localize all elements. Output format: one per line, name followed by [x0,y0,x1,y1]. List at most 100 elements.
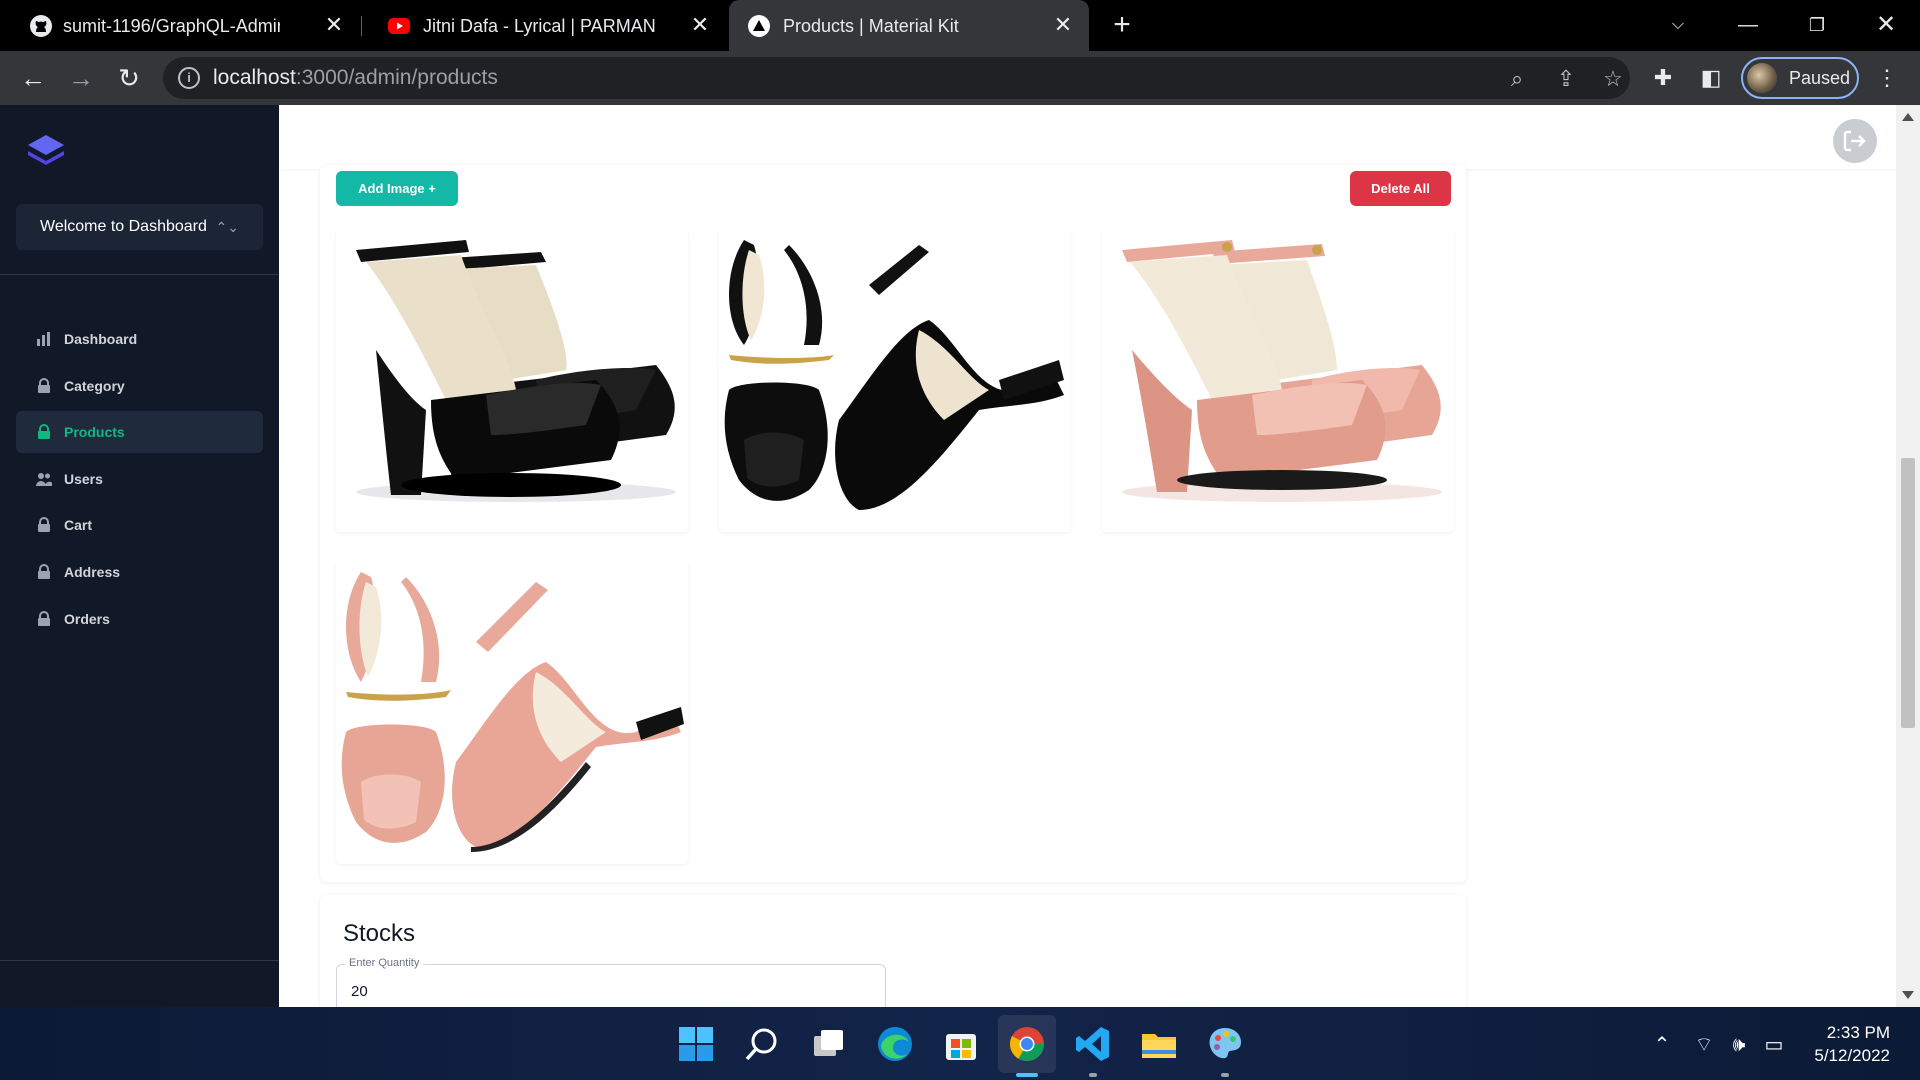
sidebar-item-address[interactable]: Address [16,551,263,593]
scroll-up-icon[interactable] [1902,113,1914,121]
material-kit-icon [748,15,770,37]
sidebar-item-label: Products [64,424,125,440]
sidebar-item-orders[interactable]: Orders [16,598,263,640]
forward-icon[interactable]: → [66,63,96,93]
tab-title: Jitni Dafa - Lyrical | PARMANU | John Ab… [423,16,655,36]
profile-status: Paused [1789,68,1851,88]
tab-title: Products | Material Kit [783,16,959,36]
search-icon[interactable] [742,1024,782,1064]
tab-search-icon[interactable]: ⌵ [1660,10,1696,40]
close-window-icon[interactable]: ✕ [1868,10,1904,40]
address-bar[interactable]: i localhost:3000/admin/products ⌕ ⇪ ☆ [163,57,1630,99]
stocks-heading: Stocks [343,920,416,947]
show-hidden-icons-icon[interactable]: ⌃ [1648,1032,1676,1058]
url-host: localhost [213,66,296,89]
black-heel-front-side-image [719,230,1071,532]
add-image-button[interactable]: Add Image + [336,171,458,206]
app-logo-icon[interactable] [24,131,68,171]
sidebar-item-label: Orders [64,611,110,627]
sidebar-item-label: Cart [64,517,93,533]
chrome-icon[interactable] [1007,1024,1047,1064]
new-tab-button[interactable]: + [1108,10,1136,40]
browser-tab-strip: sumit-1196/GraphQL-Admin-Dashboard ✕ Jit… [0,0,1920,51]
pink-heel-front-side-image [336,562,688,864]
back-icon[interactable]: ← [18,63,48,93]
sidebar-item-label: Users [64,471,103,487]
tab-github[interactable]: sumit-1196/GraphQL-Admin-Dashboard ✕ [0,0,360,51]
youtube-icon [388,18,410,34]
delete-all-button[interactable]: Delete All [1350,171,1451,206]
bookmark-star-icon[interactable]: ☆ [1599,65,1627,93]
restore-icon[interactable]: ❐ [1799,10,1835,40]
sidebar: Welcome to Dashboard ⌃⌄ Dashboard Catego… [0,105,279,1007]
reload-icon[interactable]: ↻ [114,63,144,93]
battery-icon[interactable]: ▭ [1760,1032,1788,1058]
black-heel-pair-image [336,230,688,532]
clock-time: 2:33 PM [1826,1023,1890,1042]
url-text[interactable]: localhost:3000/admin/products [213,66,498,90]
page-scrollbar[interactable] [1896,105,1920,1007]
minimize-icon[interactable]: — [1730,10,1766,40]
tab-products[interactable]: Products | Material Kit ✕ [729,0,1089,51]
vscode-running-indicator [1089,1073,1097,1077]
microsoft-store-icon[interactable] [941,1024,981,1064]
product-image-pink-pair[interactable] [1102,230,1454,532]
top-app-bar [279,105,1896,169]
paint-icon[interactable] [1205,1024,1245,1064]
close-tab-icon[interactable]: ✕ [1051,12,1075,38]
file-explorer-icon[interactable] [1139,1024,1179,1064]
logout-button[interactable] [1833,119,1877,163]
zoom-icon[interactable]: ⌕ [1503,65,1531,93]
site-info-icon[interactable]: i [178,67,200,89]
users-icon [36,473,52,486]
avatar [1747,63,1777,93]
product-image-pink-views[interactable] [336,562,688,864]
dashboard-selector[interactable]: Welcome to Dashboard ⌃⌄ [16,204,263,250]
side-panel-icon[interactable]: ◧ [1696,63,1726,93]
sidebar-item-dashboard[interactable]: Dashboard [16,318,263,360]
quantity-label: Enter Quantity [345,957,424,969]
sidebar-item-label: Dashboard [64,331,138,347]
windows-taskbar: ⌃ ⌔ 🕪 ▭ 2:33 PM 5/12/2022 [0,1007,1920,1080]
main-content: Add Image + Delete All Stocks Enter Quan… [279,105,1920,1007]
clock-date: 5/12/2022 [1814,1046,1890,1065]
close-tab-icon[interactable]: ✕ [688,12,712,38]
sidebar-item-products[interactable]: Products [16,411,263,453]
lock-icon [38,611,50,626]
edge-browser-icon[interactable] [875,1024,915,1064]
quantity-value[interactable]: 20 [351,983,368,1000]
lock-icon [38,564,50,579]
product-image-black-views[interactable] [719,230,1071,532]
profile-button[interactable]: Paused [1741,57,1859,99]
chart-bar-icon [37,332,50,346]
quantity-input[interactable] [336,964,886,1007]
close-tab-icon[interactable]: ✕ [322,12,346,38]
browser-toolbar: ← → ↻ i localhost:3000/admin/products ⌕ … [0,51,1920,105]
wifi-icon[interactable]: ⌔ [1690,1032,1718,1058]
github-icon [30,15,52,37]
more-menu-icon[interactable]: ⋮ [1872,63,1902,93]
task-view-icon[interactable] [809,1024,849,1064]
sidebar-item-cart[interactable]: Cart [16,504,263,546]
vscode-icon[interactable] [1073,1024,1113,1064]
share-icon[interactable]: ⇪ [1552,65,1580,93]
scrollbar-thumb[interactable] [1901,458,1915,728]
sidebar-divider [0,960,279,961]
pink-heel-pair-image [1102,230,1454,532]
windows-start-icon[interactable] [676,1024,716,1064]
product-image-black-pair[interactable] [336,230,688,532]
sidebar-divider [0,274,279,275]
sidebar-item-category[interactable]: Category [16,365,263,407]
chrome-active-indicator [1016,1073,1038,1077]
tab-youtube[interactable]: Jitni Dafa - Lyrical | PARMANU | John Ab… [362,0,726,51]
selector-chevron-icon: ⌃⌄ [215,219,239,235]
scroll-down-icon[interactable] [1902,991,1914,999]
tab-title: sumit-1196/GraphQL-Admin-Dashboard [63,16,280,36]
sidebar-item-users[interactable]: Users [16,458,263,500]
extensions-icon[interactable]: ✚ [1648,63,1678,93]
lock-icon [38,424,50,439]
volume-icon[interactable]: 🕪 [1725,1032,1753,1058]
sidebar-item-label: Category [64,378,125,394]
sidebar-item-label: Address [64,564,121,580]
system-clock[interactable]: 2:33 PM 5/12/2022 [1790,1021,1890,1067]
